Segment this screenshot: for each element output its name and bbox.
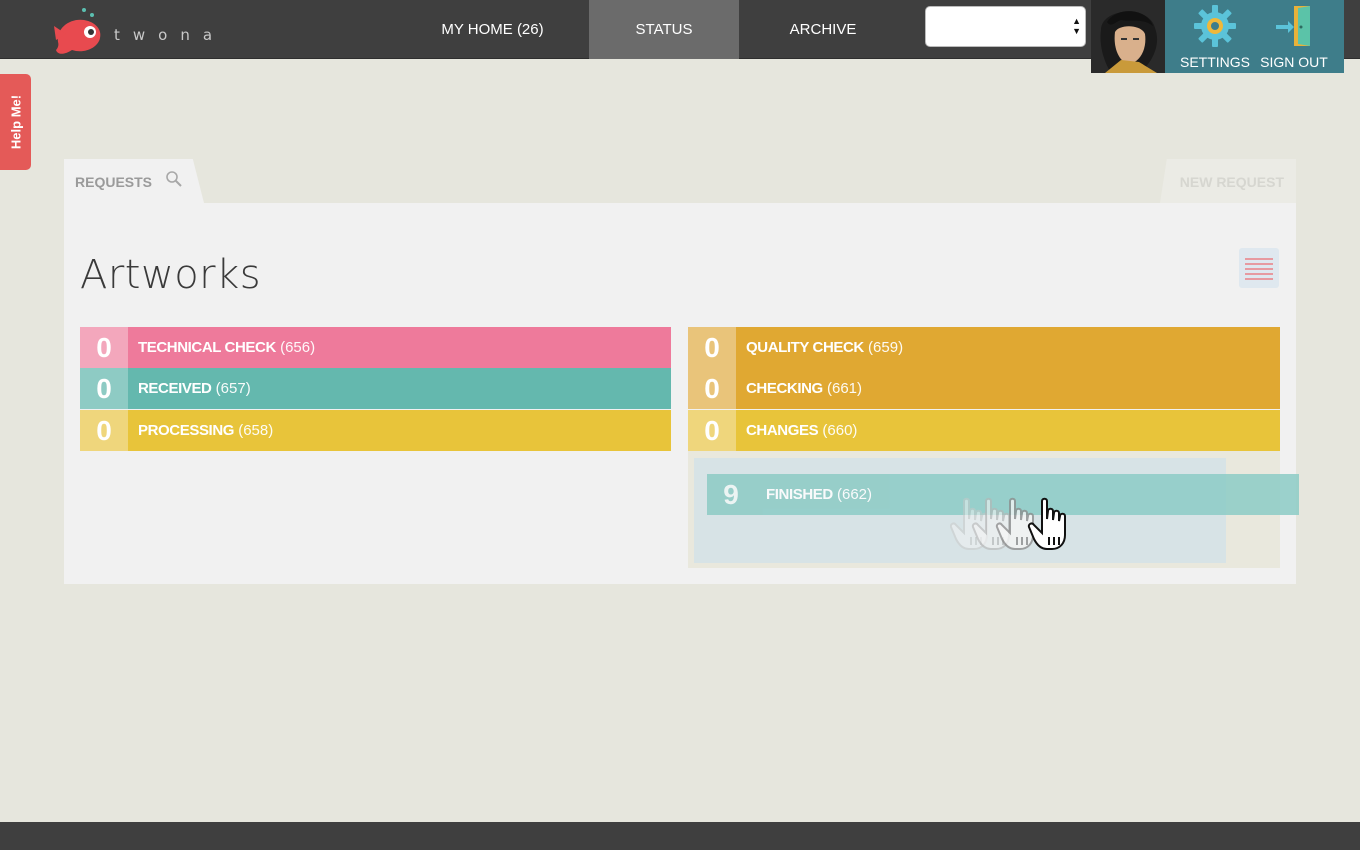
status-id: (656) xyxy=(280,339,316,356)
status-row-technical-check[interactable]: 0 TECHNICAL CHECK (656) xyxy=(80,327,671,368)
settings-label: SETTINGS xyxy=(1179,54,1250,70)
tab-new-request[interactable]: NEW REQUEST xyxy=(1160,159,1296,203)
brand-name: twona xyxy=(114,26,226,44)
list-view-toggle-icon[interactable] xyxy=(1239,248,1279,288)
status-count: 0 xyxy=(80,368,128,409)
status-row-received[interactable]: 0 RECEIVED (657) xyxy=(80,368,671,409)
help-me-label: Help Me! xyxy=(8,94,23,150)
nav-my-home[interactable]: MY HOME (26) xyxy=(420,0,565,59)
tab-new-request-label: NEW REQUEST xyxy=(1179,174,1284,190)
status-name: CHANGES (660) xyxy=(746,410,857,451)
status-count: 0 xyxy=(688,327,736,368)
status-name: FINISHED (662) xyxy=(766,474,872,515)
tab-requests-label: REQUESTS xyxy=(75,174,153,190)
status-id: (660) xyxy=(822,422,858,439)
status-count: 0 xyxy=(80,327,128,368)
status-count: 0 xyxy=(688,368,736,409)
user-avatar[interactable] xyxy=(1091,0,1165,73)
status-label: QUALITY CHECK xyxy=(746,339,864,356)
sign-out-button[interactable]: SIGN OUT xyxy=(1256,0,1332,73)
status-count: 0 xyxy=(688,410,736,451)
nav-archive[interactable]: ARCHIVE xyxy=(748,0,898,59)
status-row-quality-check[interactable]: 0 QUALITY CHECK (659) xyxy=(688,327,1280,368)
page-title: Artworks xyxy=(80,252,262,298)
status-count: 0 xyxy=(80,410,128,451)
status-label: TECHNICAL CHECK xyxy=(138,339,276,356)
status-id: (657) xyxy=(215,380,251,397)
select-arrows-icon: ▲ ▼ xyxy=(1072,16,1081,36)
status-id: (659) xyxy=(868,339,904,356)
status-name: QUALITY CHECK (659) xyxy=(746,327,903,368)
twona-logo-icon[interactable] xyxy=(52,6,108,58)
status-name: PROCESSING (658) xyxy=(138,410,273,451)
status-label: PROCESSING xyxy=(138,422,235,439)
status-name: CHECKING (661) xyxy=(746,368,862,409)
tab-requests[interactable]: REQUESTS xyxy=(64,159,204,203)
gear-icon xyxy=(1193,4,1237,48)
door-exit-icon xyxy=(1272,4,1316,48)
status-row-checking[interactable]: 0 CHECKING (661) xyxy=(688,368,1280,409)
status-id: (662) xyxy=(836,486,873,503)
status-label: CHANGES xyxy=(746,422,819,439)
status-label: CHECKING xyxy=(746,380,823,397)
status-name: TECHNICAL CHECK (656) xyxy=(138,327,315,368)
status-row-changes[interactable]: 0 CHANGES (660) xyxy=(688,410,1280,451)
status-row-processing[interactable]: 0 PROCESSING (658) xyxy=(80,410,671,451)
project-select[interactable]: ▲ ▼ xyxy=(925,6,1086,47)
help-me-tab[interactable]: Help Me! xyxy=(0,74,31,170)
status-label: RECEIVED xyxy=(138,380,212,397)
status-count: 9 xyxy=(707,474,755,515)
status-label: FINISHED xyxy=(766,486,833,503)
status-id: (658) xyxy=(238,422,274,439)
sign-out-label: SIGN OUT xyxy=(1260,54,1328,70)
status-row-finished-dragging[interactable]: 9 FINISHED (662) xyxy=(707,474,1299,515)
panel-tab-bar xyxy=(64,159,1296,203)
status-id: (661) xyxy=(826,380,863,397)
search-icon[interactable] xyxy=(165,170,183,188)
footer-bar xyxy=(0,822,1360,850)
settings-button[interactable]: SETTINGS xyxy=(1178,0,1252,73)
status-name: RECEIVED (657) xyxy=(138,368,251,409)
nav-status[interactable]: STATUS xyxy=(589,0,739,59)
